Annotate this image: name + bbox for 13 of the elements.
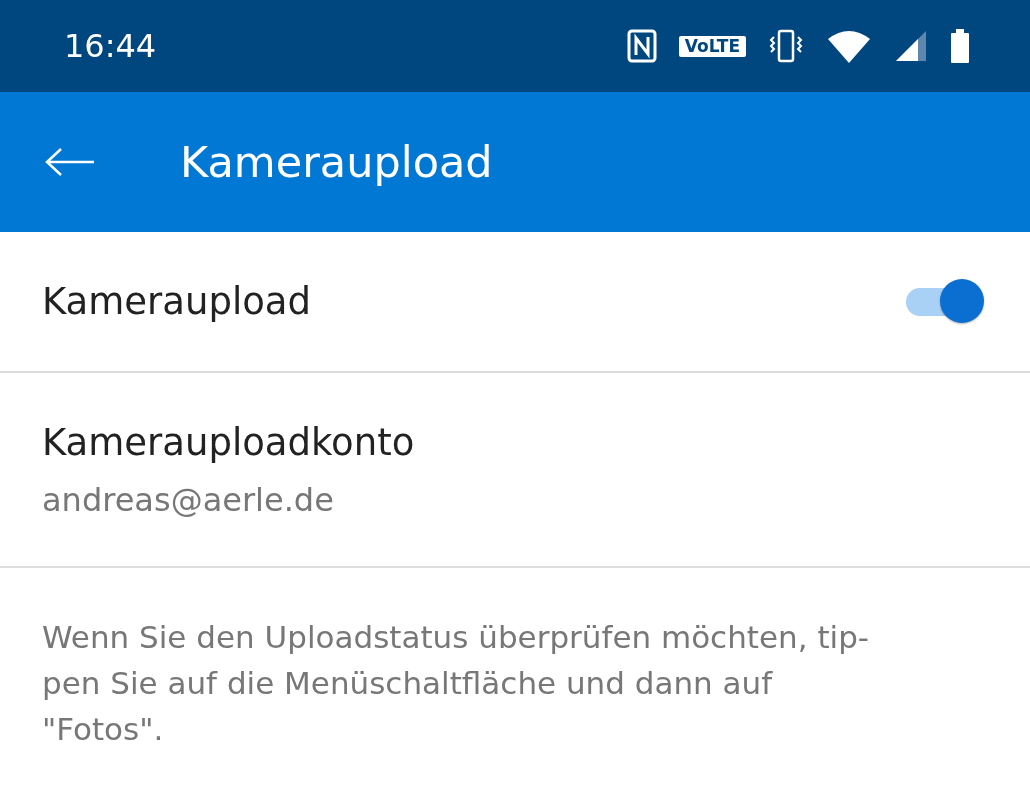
- nfc-icon: [626, 29, 657, 63]
- setting-label: Kamerauploadkonto: [42, 419, 416, 466]
- page-title: Kameraupload: [180, 135, 493, 189]
- volte-badge: VoLTE: [678, 35, 746, 57]
- info-paragraph: Wenn Sie den Uploadstatus überprüfen möchten, tip- pen Sie auf die Menüschaltfläche und dann auf "Fotos".: [41, 618, 871, 749]
- vibrate-icon: [768, 29, 804, 63]
- battery-icon: [950, 29, 970, 63]
- back-button[interactable]: [44, 147, 96, 177]
- account-email: andreas@aerle.de: [42, 480, 335, 522]
- wifi-icon: [826, 29, 872, 63]
- signal-icon: [894, 29, 928, 63]
- clock-time: 16:44: [64, 26, 157, 67]
- setting-label: Kameraupload: [42, 278, 311, 325]
